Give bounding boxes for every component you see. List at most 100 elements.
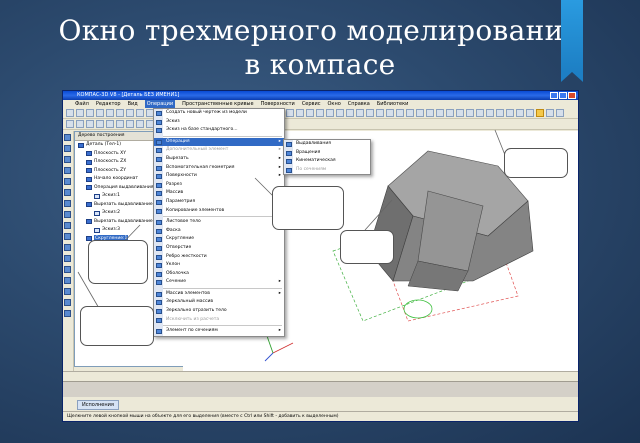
tb1-button-36[interactable] [426, 109, 434, 117]
tb2-button-3[interactable] [96, 120, 104, 128]
compact-tool-4[interactable] [64, 178, 71, 185]
operations-menu-item[interactable]: Эскиз на базе стандартного... [154, 126, 284, 135]
operations-menu-item[interactable]: Копирование элементов [154, 207, 284, 216]
tb1-button-44[interactable] [506, 109, 514, 117]
operations-menu-item[interactable]: Разрез [154, 181, 284, 190]
tb2-button-2[interactable] [86, 120, 94, 128]
compact-tool-14[interactable] [64, 288, 71, 295]
tb1-button-40[interactable] [466, 109, 474, 117]
tb1-button-30[interactable] [366, 109, 374, 117]
tb1-button-47[interactable] [536, 109, 544, 117]
operations-menu-item[interactable]: Скругление [154, 235, 284, 244]
operations-menu-item[interactable]: Зеркальный массив [154, 298, 284, 307]
compact-tool-6[interactable] [64, 200, 71, 207]
minimize-button[interactable] [550, 92, 558, 99]
tb1-button-35[interactable] [416, 109, 424, 117]
compact-tool-3[interactable] [64, 167, 71, 174]
tb1-button-33[interactable] [396, 109, 404, 117]
tb1-button-46[interactable] [526, 109, 534, 117]
tb1-button-5[interactable] [116, 109, 124, 117]
tb1-button-1[interactable] [76, 109, 84, 117]
tb1-button-26[interactable] [326, 109, 334, 117]
compact-tool-9[interactable] [64, 233, 71, 240]
operations-menu-item[interactable]: Отверстие [154, 244, 284, 253]
tb1-button-28[interactable] [346, 109, 354, 117]
operations-menu-item[interactable]: Элемент по сечениям ▸ [154, 327, 284, 336]
compact-tool-8[interactable] [64, 222, 71, 229]
tb1-button-27[interactable] [336, 109, 344, 117]
menu-5[interactable]: Поверхности [261, 100, 295, 108]
tb1-button-2[interactable] [86, 109, 94, 117]
tb2-button-5[interactable] [116, 120, 124, 128]
operations-menu-item[interactable]: Ребро жесткости [154, 253, 284, 262]
compact-tool-0[interactable] [64, 134, 71, 141]
tb1-button-22[interactable] [286, 109, 294, 117]
compact-tool-15[interactable] [64, 299, 71, 306]
operations-menu-item[interactable]: Зеркально отразить тело [154, 307, 284, 316]
tb1-button-0[interactable] [66, 109, 74, 117]
tb1-button-48[interactable] [546, 109, 554, 117]
operations-menu-item[interactable]: Оболочка [154, 270, 284, 279]
tb2-button-0[interactable] [66, 120, 74, 128]
operation-submenu-item[interactable]: Кинематическая [284, 157, 370, 166]
tb1-button-38[interactable] [446, 109, 454, 117]
tb1-button-41[interactable] [476, 109, 484, 117]
operation-submenu-item[interactable]: По сечениям [284, 166, 370, 175]
operations-menu-item[interactable]: Листовое тело [154, 218, 284, 227]
tb1-button-49[interactable] [556, 109, 564, 117]
operations-menu-item[interactable]: Сечение ▸ [154, 278, 284, 287]
compact-tool-1[interactable] [64, 145, 71, 152]
compact-tool-7[interactable] [64, 211, 71, 218]
tb1-button-42[interactable] [486, 109, 494, 117]
operation-submenu-item[interactable]: Выдавливания [284, 140, 370, 149]
compact-tool-13[interactable] [64, 277, 71, 284]
menu-4[interactable]: Пространственные кривые [182, 100, 253, 108]
operations-menu-item[interactable]: Дополнительный элемент ▸ [154, 146, 284, 155]
menu-9[interactable]: Библиотеки [377, 100, 409, 108]
menu-0[interactable]: Файл [75, 100, 89, 108]
tb1-button-34[interactable] [406, 109, 414, 117]
tb1-button-29[interactable] [356, 109, 364, 117]
tb1-button-6[interactable] [126, 109, 134, 117]
operations-menu-item[interactable]: Эскиз [154, 118, 284, 127]
operations-menu-item[interactable]: Уклон [154, 261, 284, 270]
tb1-button-3[interactable] [96, 109, 104, 117]
tb1-button-24[interactable] [306, 109, 314, 117]
tb2-button-6[interactable] [126, 120, 134, 128]
tb1-button-32[interactable] [386, 109, 394, 117]
operations-menu-item[interactable]: Массив элементов ▸ [154, 290, 284, 299]
compact-tool-16[interactable] [64, 310, 71, 317]
operations-menu-item[interactable]: Создать новый чертеж из модели [154, 109, 284, 118]
compact-tool-11[interactable] [64, 255, 71, 262]
operation-submenu-item[interactable]: Вращения [284, 149, 370, 158]
operations-menu-item[interactable]: Параметрия [154, 198, 284, 207]
operations-menu-item[interactable]: Фаска [154, 227, 284, 236]
operations-menu-item[interactable]: Поверхности ▸ [154, 172, 284, 181]
menu-6[interactable]: Сервис [302, 100, 321, 108]
operations-menu-item[interactable]: Исключить из расчета [154, 316, 284, 325]
tb1-button-39[interactable] [456, 109, 464, 117]
tb2-button-4[interactable] [106, 120, 114, 128]
operations-menu-item[interactable]: Вырезать ▸ [154, 155, 284, 164]
menu-8[interactable]: Справка [348, 100, 370, 108]
menu-3[interactable]: Операции [144, 100, 176, 108]
maximize-button[interactable] [559, 92, 567, 99]
compact-tool-10[interactable] [64, 244, 71, 251]
close-button[interactable] [568, 92, 576, 99]
operations-menu-item[interactable]: Вспомогательная геометрия ▸ [154, 164, 284, 173]
compact-tool-12[interactable] [64, 266, 71, 273]
tb2-button-1[interactable] [76, 120, 84, 128]
menu-1[interactable]: Редактор [96, 100, 121, 108]
tb2-button-7[interactable] [136, 120, 144, 128]
tb1-button-31[interactable] [376, 109, 384, 117]
tb1-button-4[interactable] [106, 109, 114, 117]
tab-executions[interactable]: Исполнения [77, 400, 119, 410]
tb1-button-25[interactable] [316, 109, 324, 117]
menu-2[interactable]: Вид [128, 100, 138, 108]
compact-tool-2[interactable] [64, 156, 71, 163]
tb1-button-7[interactable] [136, 109, 144, 117]
operations-menu-item[interactable]: Массив▸ [154, 189, 284, 198]
compact-tool-5[interactable] [64, 189, 71, 196]
tb1-button-43[interactable] [496, 109, 504, 117]
menu-7[interactable]: Окно [328, 100, 341, 108]
